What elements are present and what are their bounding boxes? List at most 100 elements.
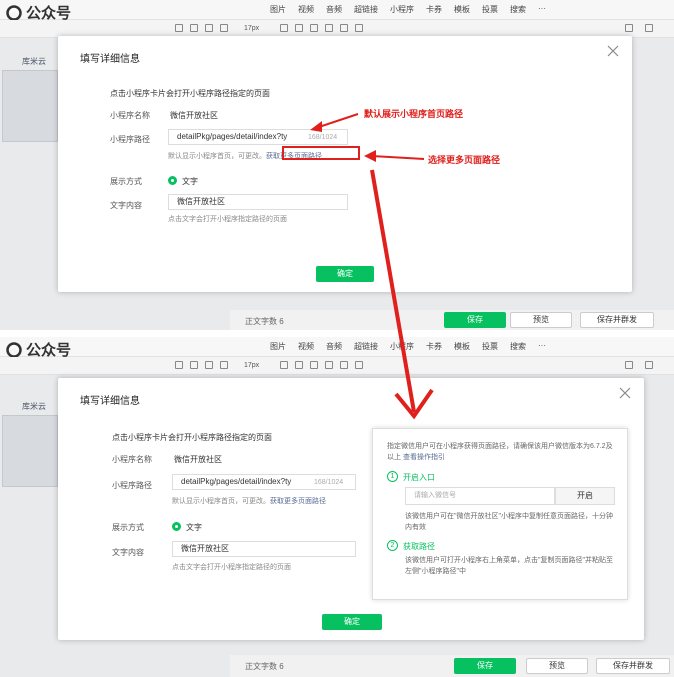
detail-dialog: 填写详细信息 点击小程序卡片会打开小程序路径指定的页面 小程序名称 微信开放社区… [58, 36, 632, 292]
path-label: 小程序路径 [112, 481, 152, 490]
path-label: 小程序路径 [110, 135, 150, 144]
word-count: 正文字数 6 [245, 662, 284, 671]
path-char-count: 168/1024 [314, 479, 344, 486]
preview-button[interactable]: 预览 [526, 658, 588, 674]
display-option: 文字 [186, 523, 202, 532]
bold-icon[interactable] [280, 24, 288, 32]
menu-item-vote[interactable]: 投票 [482, 341, 498, 352]
font-color-icon[interactable] [340, 361, 348, 369]
screenshot-panel-top: 公众号 图片 视频 音频 超链接 小程序 卡券 模板 投票 搜索 ··· 17p… [0, 0, 674, 330]
screenshot-panel-bottom: 公众号 图片 视频 音频 超链接 小程序 卡券 模板 投票 搜索 ··· 17p… [0, 337, 674, 677]
underline-icon[interactable] [310, 24, 318, 32]
menu-item-template[interactable]: 模板 [454, 4, 470, 15]
close-icon[interactable] [618, 386, 632, 400]
name-value: 微信开放社区 [174, 455, 222, 464]
dialog-hint: 点击小程序卡片会打开小程序路径指定的页面 [110, 89, 270, 98]
text-input[interactable]: 微信开放社区 [168, 194, 348, 210]
bold-icon[interactable] [280, 361, 288, 369]
menu-item-audio[interactable]: 音频 [326, 341, 342, 352]
dialog-hint: 点击小程序卡片会打开小程序路径指定的页面 [112, 433, 272, 442]
step2-desc: 该微信用户可打开小程序右上角菜单，点击"复制页面路径"并粘贴至左侧"小程序路径"… [405, 557, 613, 575]
close-icon[interactable] [606, 44, 620, 58]
top-bar: 公众号 图片 视频 音频 超链接 小程序 卡券 模板 投票 搜索 ··· [0, 0, 674, 22]
text-input-value: 微信开放社区 [177, 197, 225, 206]
menu-item-more[interactable]: ··· [538, 4, 546, 15]
preview-button[interactable]: 预览 [510, 312, 572, 328]
text-note: 点击文字会打开小程序指定路径的页面 [172, 564, 291, 571]
save-button[interactable]: 保存 [454, 658, 516, 674]
font-color-icon[interactable] [340, 24, 348, 32]
background-color-icon[interactable] [355, 24, 363, 32]
confirm-button[interactable]: 确定 [316, 266, 374, 282]
menu-item-video[interactable]: 视频 [298, 341, 314, 352]
more-paths-link[interactable]: 获取更多页面路径 [270, 498, 326, 505]
menu-item-image[interactable]: 图片 [270, 4, 286, 15]
text-note: 点击文字会打开小程序指定路径的页面 [168, 216, 287, 223]
panel-divider [0, 330, 674, 337]
font-size-select[interactable]: 17px [244, 25, 259, 32]
divider-icon[interactable] [645, 361, 653, 369]
detail-dialog: 填写详细信息 点击小程序卡片会打开小程序路径指定的页面 小程序名称 微信开放社区… [58, 378, 644, 640]
display-radio[interactable] [172, 522, 181, 531]
annotation-default-path: 默认展示小程序首页路径 [364, 109, 464, 119]
table-icon[interactable] [625, 24, 633, 32]
sidebar-article-card[interactable] [2, 415, 58, 487]
menu-item-miniprogram[interactable]: 小程序 [390, 341, 414, 352]
wechat-id-placeholder: 请输入微信号 [414, 492, 456, 499]
save-button[interactable]: 保存 [444, 312, 506, 328]
menu-item-card[interactable]: 卡券 [426, 341, 442, 352]
background-color-icon[interactable] [355, 361, 363, 369]
undo-icon[interactable] [175, 361, 183, 369]
redo-icon[interactable] [190, 361, 198, 369]
wechat-id-input[interactable]: 请输入微信号 [405, 487, 555, 505]
display-label: 展示方式 [112, 523, 144, 532]
menu-item-link[interactable]: 超链接 [354, 341, 378, 352]
table-icon[interactable] [625, 361, 633, 369]
enable-button[interactable]: 开启 [555, 487, 615, 505]
path-help-popover: 指定微信用户可在小程序获得页面路径，请确保该用户微信版本为6.7.2及以上 查看… [372, 428, 628, 600]
format-toolbar: 17px [0, 357, 674, 375]
redo-icon[interactable] [190, 24, 198, 32]
text-input-value: 微信开放社区 [181, 544, 229, 553]
sidebar-label: 库米云 [22, 402, 46, 411]
underline-icon[interactable] [310, 361, 318, 369]
menu-item-more[interactable]: ··· [538, 341, 546, 352]
step1-title: 开启入口 [403, 473, 435, 482]
menu-item-search[interactable]: 搜索 [510, 341, 526, 352]
display-radio[interactable] [168, 176, 177, 185]
divider-icon[interactable] [645, 24, 653, 32]
clear-format-icon[interactable] [220, 24, 228, 32]
italic-icon[interactable] [295, 361, 303, 369]
guide-link[interactable]: 查看操作指引 [403, 454, 445, 461]
menu-item-image[interactable]: 图片 [270, 341, 286, 352]
dialog-title: 填写详细信息 [80, 396, 140, 407]
save-send-button[interactable]: 保存并群发 [596, 658, 670, 674]
clear-format-icon[interactable] [220, 361, 228, 369]
text-label: 文字内容 [110, 201, 142, 210]
insert-menu: 图片 视频 音频 超链接 小程序 卡券 模板 投票 搜索 ··· [270, 4, 558, 15]
format-painter-icon[interactable] [205, 361, 213, 369]
menu-item-miniprogram[interactable]: 小程序 [390, 4, 414, 15]
sidebar-article-card[interactable] [2, 70, 58, 142]
text-input[interactable]: 微信开放社区 [172, 541, 356, 557]
wechat-mp-logo-icon [6, 4, 22, 21]
name-label: 小程序名称 [112, 455, 152, 464]
save-send-button[interactable]: 保存并群发 [580, 312, 654, 328]
italic-icon[interactable] [295, 24, 303, 32]
font-size-select[interactable]: 17px [244, 362, 259, 369]
confirm-button[interactable]: 确定 [322, 614, 382, 630]
menu-item-audio[interactable]: 音频 [326, 4, 342, 15]
undo-icon[interactable] [175, 24, 183, 32]
format-painter-icon[interactable] [205, 24, 213, 32]
path-note: 默认显示小程序首页，可更改。获取更多页面路径 [172, 496, 326, 506]
path-note-text: 默认显示小程序首页，可更改。 [168, 153, 266, 160]
strikethrough-icon[interactable] [325, 361, 333, 369]
menu-item-vote[interactable]: 投票 [482, 4, 498, 15]
menu-item-search[interactable]: 搜索 [510, 4, 526, 15]
menu-item-link[interactable]: 超链接 [354, 4, 378, 15]
menu-item-video[interactable]: 视频 [298, 4, 314, 15]
menu-item-template[interactable]: 模板 [454, 341, 470, 352]
menu-item-card[interactable]: 卡券 [426, 4, 442, 15]
top-bar: 公众号 图片 视频 音频 超链接 小程序 卡券 模板 投票 搜索 ··· [0, 337, 674, 359]
strikethrough-icon[interactable] [325, 24, 333, 32]
